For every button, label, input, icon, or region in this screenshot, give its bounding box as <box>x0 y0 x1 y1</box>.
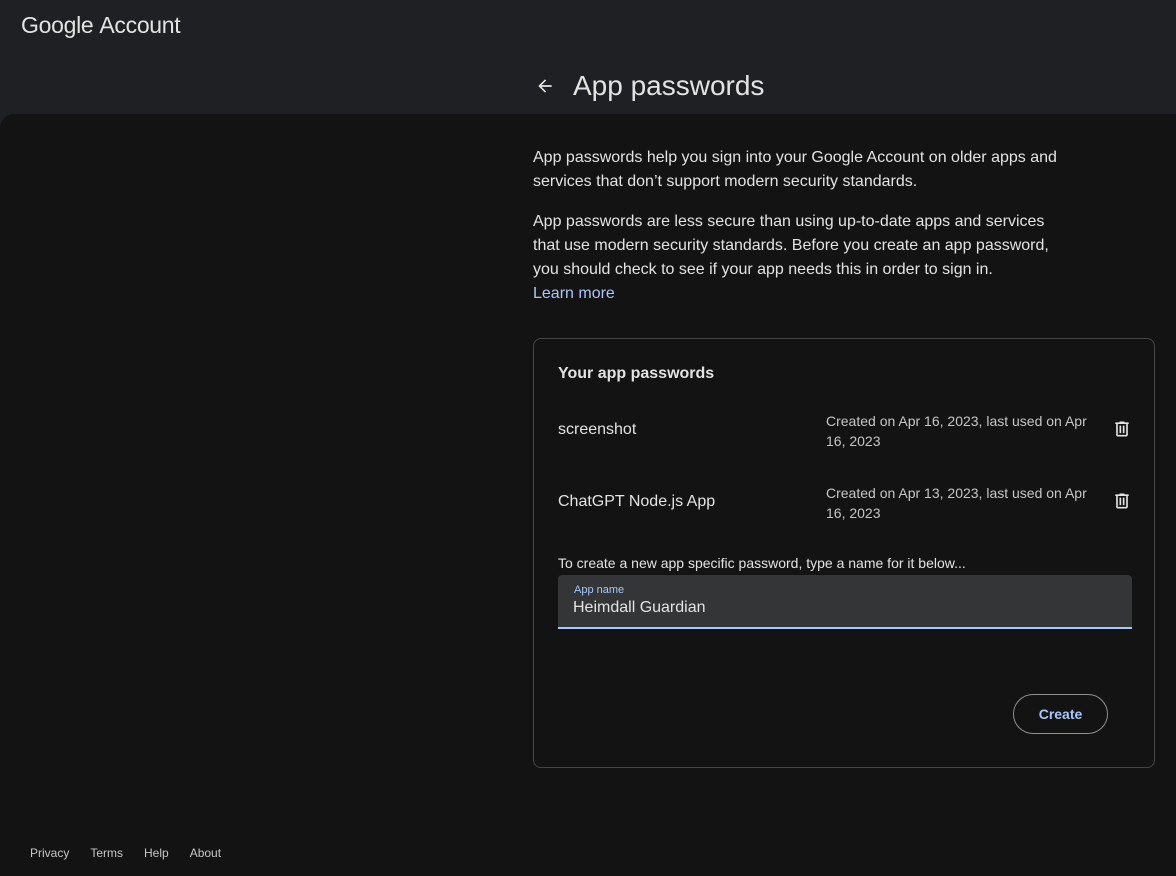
footer-privacy-link[interactable]: Privacy <box>30 846 69 860</box>
password-row-chatgpt: ChatGPT Node.js App Created on Apr 13, 2… <box>558 481 1134 525</box>
description-warning: App passwords are less secure than using… <box>533 210 1073 306</box>
app-name-label: App name <box>574 584 625 596</box>
app-passwords-card: Your app passwords screenshot Created on… <box>533 338 1155 768</box>
delete-password-button[interactable] <box>1110 417 1134 441</box>
password-meta: Created on Apr 13, 2023, last used on Ap… <box>826 485 1087 521</box>
footer: Privacy Terms Help About <box>30 846 242 860</box>
top-bar: Google Account App passwords <box>0 0 1176 114</box>
create-hint: To create a new app specific password, t… <box>558 555 966 571</box>
delete-password-button[interactable] <box>1110 489 1134 513</box>
footer-about-link[interactable]: About <box>190 846 221 860</box>
password-name: screenshot <box>558 421 637 438</box>
page-header: App passwords <box>533 66 764 106</box>
password-name: ChatGPT Node.js App <box>558 493 716 510</box>
trash-icon <box>1115 421 1129 437</box>
description-intro: App passwords help you sign into your Go… <box>533 149 1057 190</box>
google-account-logo[interactable]: Google Account <box>21 12 181 39</box>
trash-icon <box>1115 493 1129 509</box>
card-title: Your app passwords <box>558 365 715 382</box>
back-button[interactable] <box>533 74 557 98</box>
app-name-field[interactable]: App name <box>558 575 1132 629</box>
password-meta: Created on Apr 16, 2023, last used on Ap… <box>826 413 1087 449</box>
learn-more-link[interactable]: Learn more <box>533 285 615 302</box>
page-title: App passwords <box>573 70 765 101</box>
footer-help-link[interactable]: Help <box>144 846 169 860</box>
app-name-input[interactable] <box>573 599 1113 617</box>
arrow-back-icon <box>538 79 552 93</box>
description-warning-text: App passwords are less secure than using… <box>533 213 1049 278</box>
brand-google: Google <box>21 12 94 38</box>
brand-account: Account <box>99 12 181 38</box>
footer-terms-link[interactable]: Terms <box>90 846 123 860</box>
password-row-screenshot: screenshot Created on Apr 16, 2023, last… <box>558 409 1134 453</box>
create-button[interactable]: Create <box>1013 694 1108 734</box>
